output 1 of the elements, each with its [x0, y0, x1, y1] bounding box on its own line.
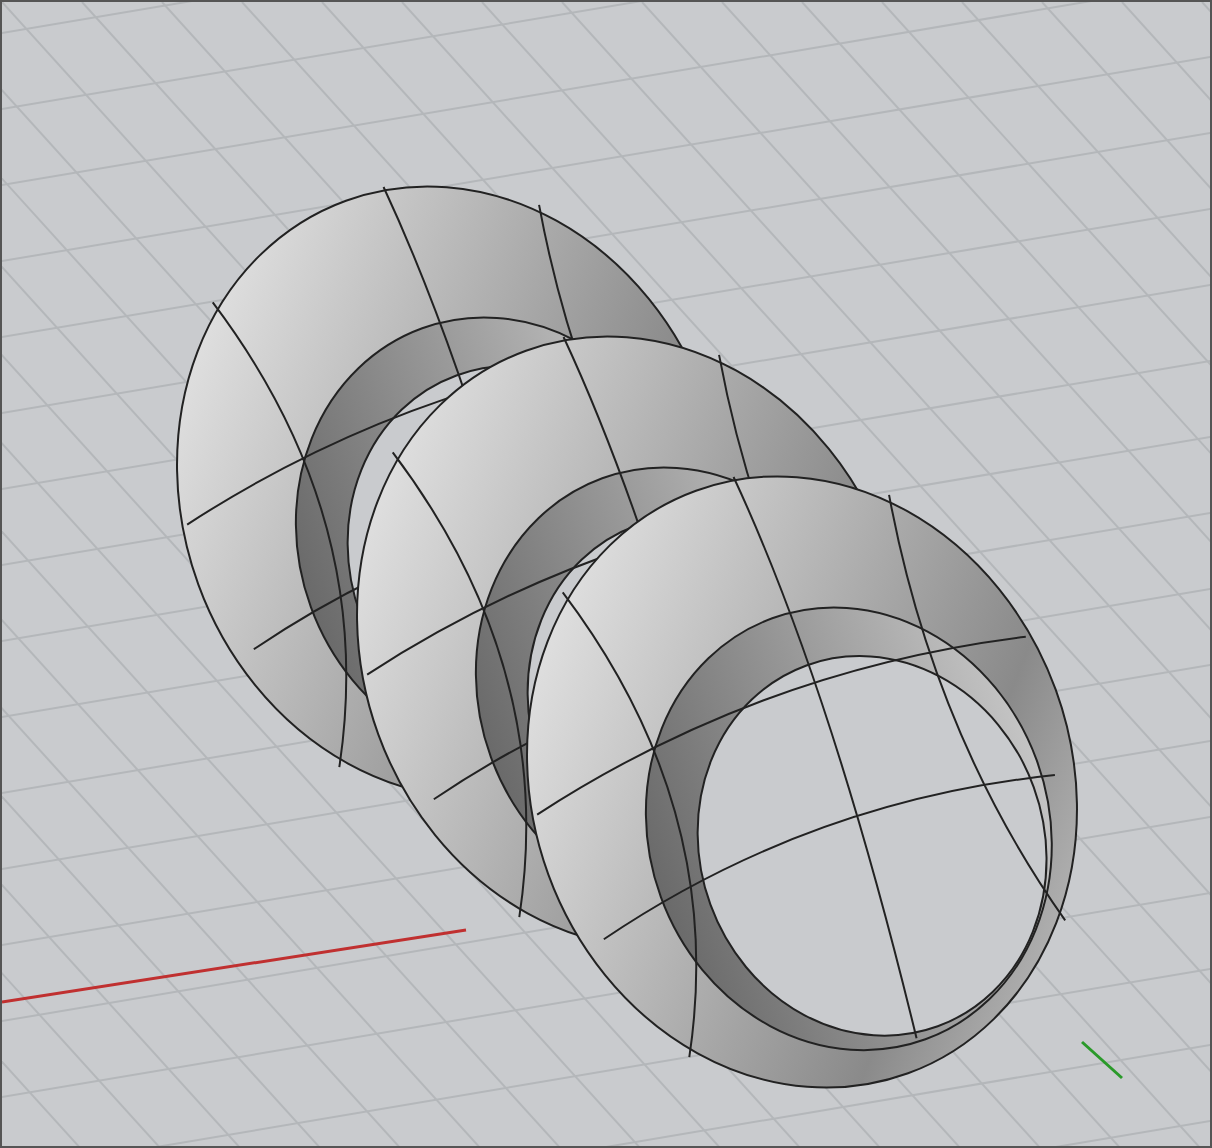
viewport[interactable]: [0, 0, 1212, 1148]
